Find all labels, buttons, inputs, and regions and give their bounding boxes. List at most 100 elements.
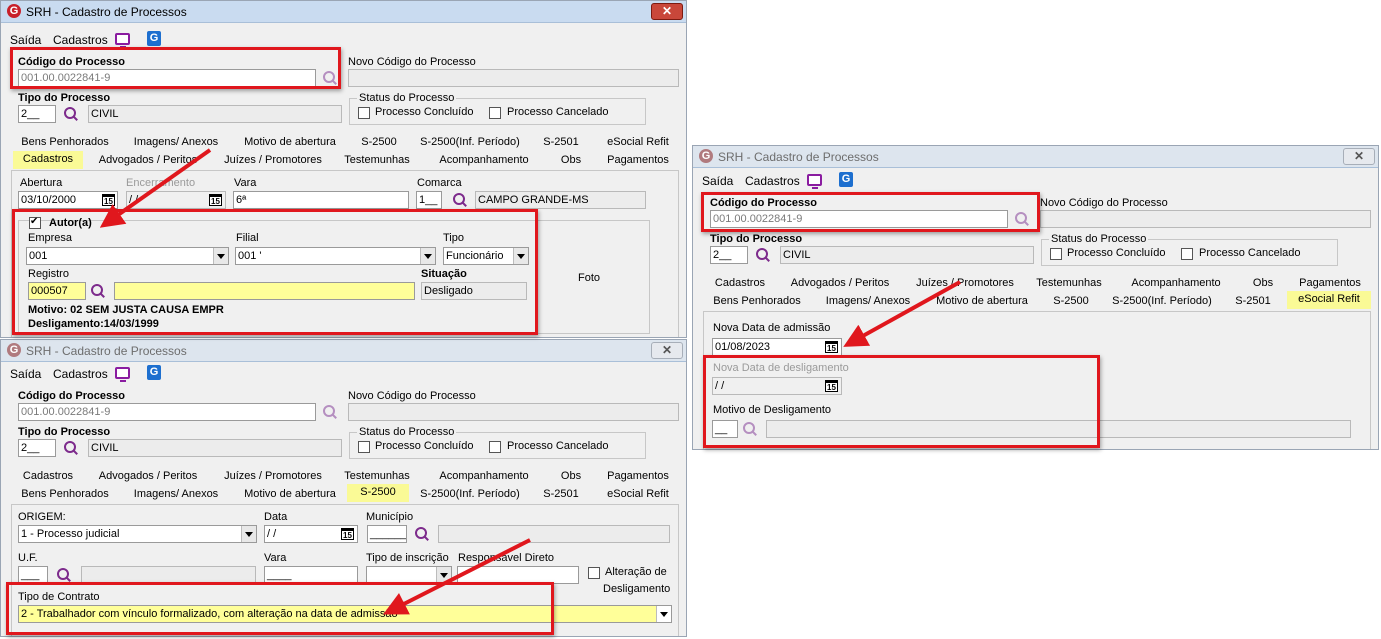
novo-codigo-input[interactable] [348,69,679,87]
calendar-icon[interactable]: 15 [102,194,115,206]
close-button[interactable]: ✕ [651,3,683,20]
search-icon[interactable] [63,440,79,456]
vara-input[interactable]: 6ª [233,191,409,209]
tab-imagens-anexos[interactable]: Imagens/ Anexos [123,134,229,152]
calendar-icon[interactable]: 15 [341,528,354,540]
tipo-code-input[interactable]: 2__ [18,105,56,123]
calendar-icon[interactable]: 15 [209,194,222,206]
concluido-checkbox[interactable] [358,441,370,453]
tab-esocial-refit[interactable]: eSocial Refit [1287,291,1371,309]
tab-advogados-peritos[interactable]: Advogados / Peritos [779,275,901,293]
tab-motivo-abertura[interactable]: Motivo de abertura [235,134,345,152]
highlight-desligamento-w3 [703,355,1100,448]
alteracao-checkbox[interactable] [588,567,600,579]
tipo-desc-input: CIVIL [780,246,1034,264]
tab-s2500-inf[interactable]: S-2500(Inf. Período) [413,134,527,152]
codigo-input[interactable]: 001.00.0022841-9 [18,403,316,421]
municipio-code-input[interactable]: ______ [367,525,407,543]
tipo-code-input[interactable]: 2__ [18,439,56,457]
cancelado-checkbox[interactable] [1181,248,1193,260]
menu-saida[interactable]: Saída [702,173,733,189]
comarca-code-input[interactable]: 1__ [416,191,442,209]
tab-imagens-anexos[interactable]: Imagens/ Anexos [815,293,921,311]
tab-advogados-peritos[interactable]: Advogados / Peritos [87,468,209,486]
monitor-icon[interactable] [115,367,130,382]
highlight-autor-w1 [12,209,538,335]
tipo-code-input[interactable]: 2__ [710,246,748,264]
tab-cadastros[interactable]: Cadastros [13,468,83,486]
alteracao-label-2: Desligamento [603,583,671,595]
tab-acompanhamento[interactable]: Acompanhamento [423,152,545,170]
tab-s2501[interactable]: S-2501 [531,486,591,504]
status-label: Status do Processo [1049,233,1149,245]
tab-esocial-refit[interactable]: eSocial Refit [597,134,679,152]
tab-testemunhas[interactable]: Testemunhas [335,152,419,170]
tab-advogados-peritos[interactable]: Advogados / Peritos [87,152,209,170]
tab-s2500-inf[interactable]: S-2500(Inf. Período) [413,486,527,504]
comarca-name-input: CAMPO GRANDE-MS [475,191,646,209]
nova-admissao-input[interactable]: 01/08/2023 [712,338,842,356]
tab-imagens-anexos[interactable]: Imagens/ Anexos [123,486,229,504]
g-blue-icon[interactable]: G [147,365,161,380]
tab-pagamentos[interactable]: Pagamentos [597,468,679,486]
tab-s2500[interactable]: S-2500 [347,484,409,502]
monitor-icon[interactable] [807,174,822,189]
close-button[interactable]: ✕ [651,342,683,359]
tab-s2500[interactable]: S-2500 [1041,293,1101,311]
monitor-icon[interactable] [115,33,130,48]
tab-bens-penhorados[interactable]: Bens Penhorados [705,293,809,311]
tab-cadastros[interactable]: Cadastros [705,275,775,293]
chevron-down-icon[interactable] [436,567,451,583]
tab-acompanhamento[interactable]: Acompanhamento [1115,275,1237,293]
tab-motivo-abertura[interactable]: Motivo de abertura [235,486,345,504]
tab-obs[interactable]: Obs [549,468,593,486]
menu-saida[interactable]: Saída [10,32,41,48]
tab-s2501[interactable]: S-2501 [531,134,591,152]
tab-s2500[interactable]: S-2500 [349,134,409,152]
tab-s2501[interactable]: S-2501 [1223,293,1283,311]
menu-saida[interactable]: Saída [10,366,41,382]
cancelado-label: Processo Cancelado [507,106,609,118]
search-icon[interactable] [56,567,72,583]
search-icon[interactable] [63,106,79,122]
tab-obs[interactable]: Obs [549,152,593,170]
tab-juizes-promotores[interactable]: Juízes / Promotores [907,275,1023,293]
g-blue-icon[interactable]: G [147,31,161,46]
g-blue-icon[interactable]: G [839,172,853,187]
tab-bens-penhorados[interactable]: Bens Penhorados [13,134,117,152]
menu-cadastros[interactable]: Cadastros [53,32,108,48]
novo-codigo-input[interactable] [348,403,679,421]
title-bar: G SRH - Cadastro de Processos ✕ [1,1,686,23]
tab-acompanhamento[interactable]: Acompanhamento [423,468,545,486]
menu-cadastros[interactable]: Cadastros [745,173,800,189]
tab-motivo-abertura[interactable]: Motivo de abertura [927,293,1037,311]
search-icon[interactable] [755,247,771,263]
tab-juizes-promotores[interactable]: Juízes / Promotores [215,468,331,486]
novo-codigo-input[interactable] [1040,210,1371,228]
tab-esocial-refit[interactable]: eSocial Refit [597,486,679,504]
municipio-label: Município [366,511,414,523]
calendar-icon[interactable]: 15 [825,341,838,353]
concluido-checkbox[interactable] [358,107,370,119]
title-bar: G SRH - Cadastro de Processos ✕ [1,340,686,362]
tab-pagamentos[interactable]: Pagamentos [597,152,679,170]
cancelado-checkbox[interactable] [489,107,501,119]
concluido-checkbox[interactable] [1050,248,1062,260]
search-icon[interactable] [452,192,468,208]
menu-cadastros[interactable]: Cadastros [53,366,108,382]
municipio-name-input [438,525,670,543]
tab-obs[interactable]: Obs [1241,275,1285,293]
tab-cadastros[interactable]: Cadastros [13,151,83,169]
tab-juizes-promotores[interactable]: Juízes / Promotores [215,152,331,170]
chevron-down-icon[interactable] [241,526,256,542]
highlight-codigo-w1 [10,47,341,89]
tab-s2500-inf[interactable]: S-2500(Inf. Período) [1105,293,1219,311]
origem-select[interactable]: 1 - Processo judicial [18,525,257,543]
tab-testemunhas[interactable]: Testemunhas [1027,275,1111,293]
search-icon[interactable] [322,404,338,420]
cancelado-checkbox[interactable] [489,441,501,453]
close-button[interactable]: ✕ [1343,148,1375,165]
search-icon[interactable] [414,526,430,542]
tab-bens-penhorados[interactable]: Bens Penhorados [13,486,117,504]
chevron-down-icon[interactable] [656,606,671,622]
